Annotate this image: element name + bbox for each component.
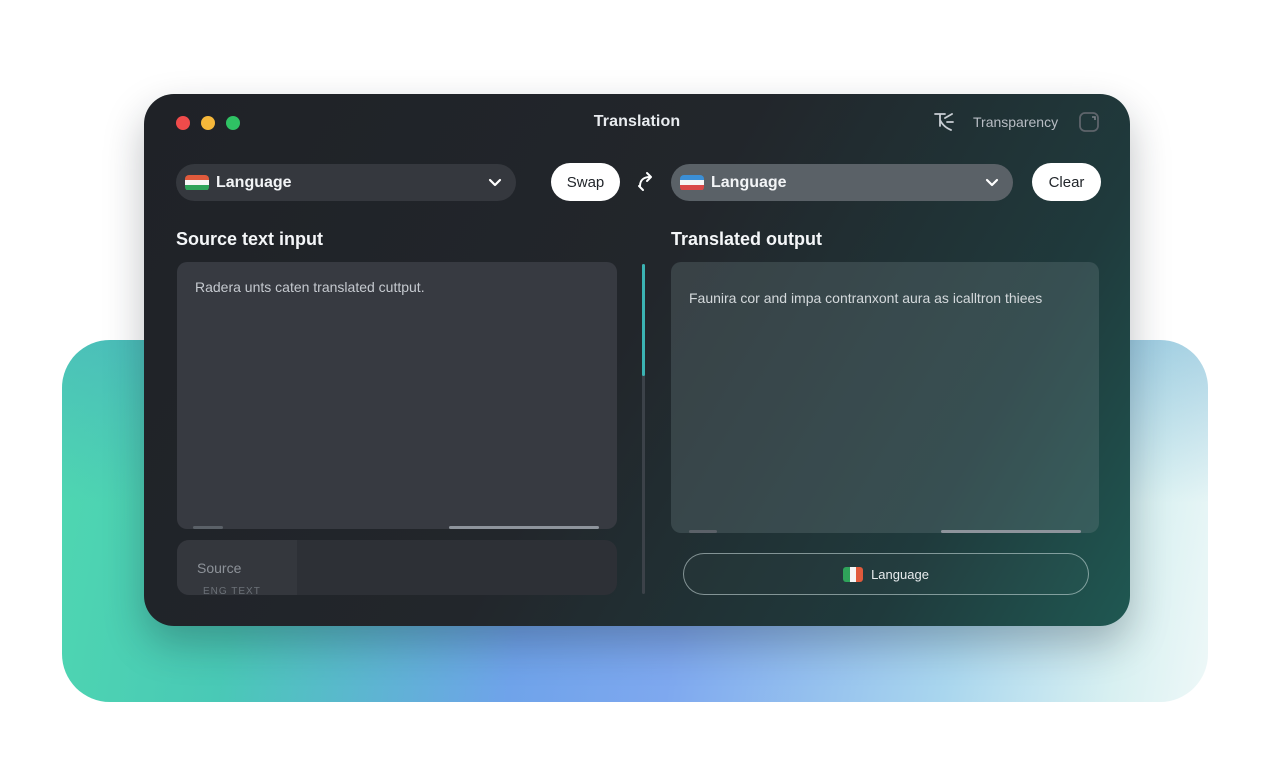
source-scrollbar[interactable] xyxy=(177,526,617,529)
source-footer-panel[interactable]: Source ENG TEXT xyxy=(177,540,617,595)
target-section-title: Translated output xyxy=(671,229,823,249)
output-scrollbar[interactable] xyxy=(671,530,1099,533)
pane-divider[interactable] xyxy=(642,264,645,594)
swap-button[interactable]: Swap xyxy=(551,163,620,201)
chevron-down-icon xyxy=(985,178,999,186)
translated-text: Faunira cor and impa contranxont aura as… xyxy=(689,290,1043,306)
square-icon[interactable] xyxy=(1078,111,1100,133)
italy-flag-icon xyxy=(843,566,864,582)
title-bar: Translation Transparency xyxy=(144,94,1130,152)
source-section-title: Source text input xyxy=(176,229,324,249)
chevron-down-icon xyxy=(488,178,502,186)
stage: Translation Transparency Language Swap L… xyxy=(0,0,1280,768)
translate-icon[interactable] xyxy=(932,110,956,134)
target-language-select[interactable]: Language xyxy=(671,164,1013,201)
source-text-input[interactable]: Radera unts caten translated cuttput. xyxy=(177,262,617,529)
source-text: Radera unts caten translated cuttput. xyxy=(195,279,425,295)
source-flag-icon xyxy=(185,174,209,191)
clear-button[interactable]: Clear xyxy=(1032,163,1101,201)
source-language-label: Language xyxy=(216,173,292,191)
toolbar-label[interactable]: Transparency xyxy=(973,114,1058,130)
source-footer-sub: ENG TEXT xyxy=(203,586,261,595)
target-flag-icon xyxy=(680,174,704,191)
output-language-button[interactable]: Language xyxy=(683,553,1089,595)
output-language-label: Language xyxy=(871,566,929,582)
target-language-label: Language xyxy=(711,173,787,191)
swap-arrow-icon[interactable] xyxy=(634,170,658,194)
translated-output: Faunira cor and impa contranxont aura as… xyxy=(671,262,1099,533)
source-language-select[interactable]: Language xyxy=(176,164,516,201)
source-footer-label: Source xyxy=(197,560,242,576)
translation-window: Translation Transparency Language Swap L… xyxy=(144,94,1130,626)
